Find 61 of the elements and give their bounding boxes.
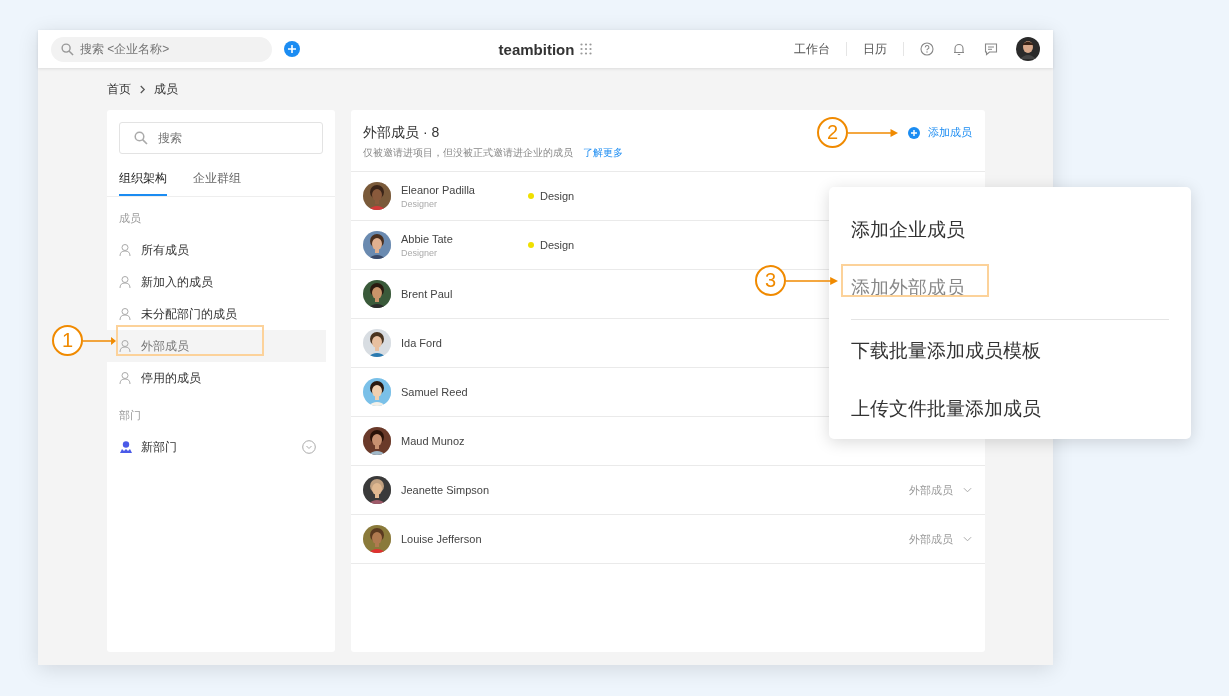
team-icon (119, 440, 133, 454)
chevron-right-icon (139, 84, 146, 94)
logo[interactable]: teambition (498, 40, 575, 58)
step-number: 1 (52, 325, 83, 356)
member-title: Designer (401, 247, 439, 258)
search-field[interactable]: 搜索 <企业名称> (80, 42, 262, 56)
arrow (848, 127, 898, 138)
menu-item[interactable]: 添加企业成员 (851, 201, 1169, 259)
chevron-down-icon[interactable] (302, 440, 316, 454)
bell-icon[interactable] (952, 42, 966, 56)
sidebar-item[interactable]: 外部成员 (107, 330, 326, 362)
person-icon (119, 371, 133, 385)
apps-grid-icon[interactable] (580, 43, 593, 55)
member-name: Jeanette Simpson (401, 484, 491, 496)
learn-more-link[interactable]: 了解更多 (583, 146, 623, 160)
breadcrumb-current: 成员 (154, 80, 178, 98)
section-heading: 成员 (118, 211, 142, 226)
member-name: Abbie Tate (401, 232, 454, 245)
panel-title: 外部成员 · 8 (363, 124, 441, 142)
member-name: Brent Paul (401, 288, 454, 300)
tab[interactable]: 企业群组 (193, 162, 241, 196)
tab[interactable]: 组织架构 (119, 162, 167, 196)
sidebar-item[interactable]: 新加入的成员 (107, 266, 326, 298)
user-avatar[interactable] (1016, 37, 1040, 61)
menu-item[interactable]: 上传文件批量添加成员 (851, 380, 1169, 438)
person-icon (119, 243, 133, 257)
arrow (786, 275, 838, 286)
chevron-down-icon (963, 536, 972, 542)
search-icon (134, 131, 148, 145)
message-icon[interactable] (984, 42, 998, 56)
description: 仅被邀请进项目，但没被正式邀请进企业的成员 (363, 146, 573, 160)
sidebar-item[interactable]: 未分配部门的成员 (107, 298, 326, 330)
sidebar-item[interactable]: 新部门 (107, 431, 326, 463)
menu-item[interactable]: 下载批量添加成员模板 (851, 322, 1169, 380)
member-name: Louise Jefferson (401, 533, 483, 545)
add-icon[interactable] (284, 41, 300, 57)
nav-link[interactable]: 日历 (863, 40, 887, 58)
member-name: Eleanor Padilla (401, 183, 476, 196)
member-title: Designer (401, 198, 439, 209)
nav-link[interactable]: 工作台 (794, 40, 830, 58)
arrow (83, 335, 116, 346)
search-icon (61, 42, 74, 56)
search-field[interactable]: 搜索 (158, 131, 308, 145)
member-name: Samuel Reed (401, 386, 469, 398)
member-name: Maud Munoz (401, 435, 466, 447)
member-name: Ida Ford (401, 337, 443, 349)
search-field[interactable]: 搜索 <企业名称> (51, 36, 272, 62)
sidebar-item[interactable]: 所有成员 (107, 234, 326, 266)
sidebar-item[interactable]: 停用的成员 (107, 362, 326, 394)
chevron-down-icon (963, 487, 972, 493)
add-icon (908, 126, 920, 139)
add-member-button[interactable]: 添加成员 (908, 124, 972, 140)
search-field[interactable]: 搜索 (119, 122, 323, 154)
help-icon[interactable] (920, 42, 934, 56)
section-heading: 部门 (118, 408, 142, 423)
person-icon (119, 307, 133, 321)
department-label: Design (540, 190, 575, 202)
person-icon (119, 339, 133, 353)
person-icon (119, 275, 133, 289)
department-label: Design (540, 239, 575, 251)
breadcrumb-link[interactable]: 首页 (107, 80, 131, 98)
